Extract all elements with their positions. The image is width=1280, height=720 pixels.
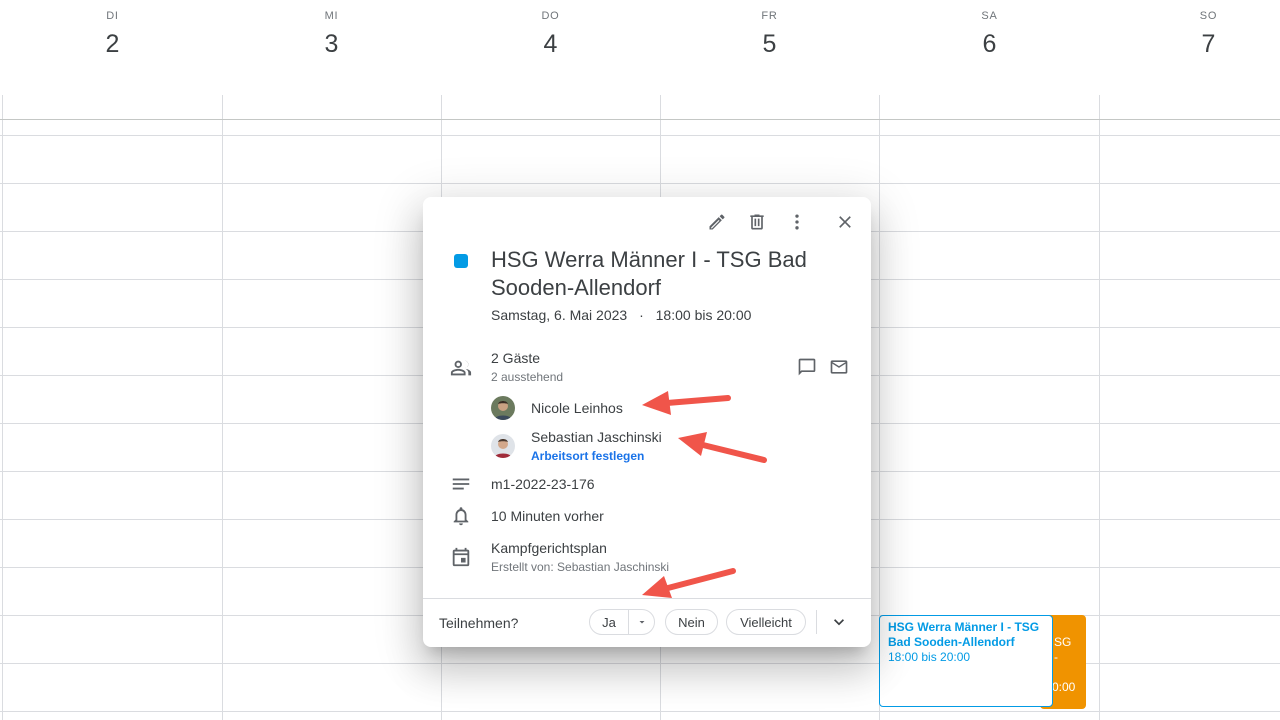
rsvp-no-button[interactable]: Nein (665, 609, 718, 635)
event-time: 18:00 bis 20:00 (888, 650, 971, 664)
bell-icon (450, 505, 472, 527)
more-vert-icon (795, 214, 799, 230)
chat-icon (798, 358, 816, 376)
day-header-thu[interactable]: DO 4 (441, 0, 660, 95)
pencil-icon (709, 214, 725, 230)
grid-hour-line (0, 183, 1280, 184)
day-of-week: DO (541, 10, 560, 22)
event-date: Samstag, 6. Mai 2023 (491, 307, 628, 323)
edit-button[interactable] (702, 207, 732, 237)
day-header-tue[interactable]: DI 2 (3, 0, 222, 95)
avatar[interactable] (491, 434, 515, 458)
event-reminder: 10 Minuten vorher (491, 508, 604, 524)
day-number[interactable]: 7 (1099, 30, 1280, 59)
calendar-event-selected[interactable]: HSG Werra Männer I - TSG Bad Sooden-Alle… (879, 615, 1053, 707)
chevron-down-icon (834, 619, 844, 626)
all-day-divider (0, 119, 1280, 120)
rsvp-label: Teilnehmen? (439, 615, 519, 631)
guest-name: Sebastian Jaschinski (531, 429, 662, 445)
mail-icon (830, 360, 848, 374)
event-details-popup: HSG Werra Männer I - TSG Bad Sooden-Alle… (423, 197, 871, 647)
event-description: m1-2022-23-176 (491, 476, 595, 492)
delete-button[interactable] (742, 207, 772, 237)
day-number[interactable]: 4 (441, 30, 660, 59)
grid-column-line (1099, 95, 1100, 720)
event-title: HSG Werra Männer I - TSG Bad Sooden-Alle… (491, 247, 807, 300)
people-icon (450, 357, 472, 379)
event-time-range: 18:00 bis 20:00 (655, 307, 752, 323)
event-datetime: Samstag, 6. Mai 2023 · 18:00 bis 20:00 (491, 307, 751, 323)
day-of-week: FR (761, 10, 778, 22)
day-number[interactable]: 2 (3, 30, 222, 59)
more-options-button[interactable] (782, 207, 812, 237)
email-guests-button[interactable] (824, 352, 854, 382)
datetime-separator: · (639, 307, 644, 323)
day-of-week: SO (1199, 10, 1218, 22)
event-creator: Erstellt von: Sebastian Jaschinski (491, 560, 670, 574)
description-icon (450, 473, 472, 495)
day-header-sat[interactable]: SA 6 (880, 0, 1099, 95)
day-of-week: SA (981, 10, 998, 22)
day-header-fri[interactable]: FR 5 (660, 0, 879, 95)
grid-hour-line (0, 135, 1280, 136)
event-title-line: Bad Sooden-Allendorf (888, 635, 1015, 649)
set-work-location-link[interactable]: Arbeitsort festlegen (531, 449, 644, 463)
event-text-fragment: SG (1054, 635, 1072, 649)
event-text-fragment: 0:00 (1052, 680, 1076, 694)
guest-status: 2 ausstehend (491, 370, 564, 384)
close-icon (839, 216, 851, 228)
grid-hour-line (0, 711, 1280, 712)
guest-name: Nicole Leinhos (531, 400, 623, 416)
rsvp-yes-split-button[interactable]: Ja (589, 609, 655, 635)
expand-rsvp-button[interactable] (826, 609, 852, 635)
day-of-week: MI (324, 10, 339, 22)
rsvp-yes-button[interactable]: Ja (590, 610, 629, 634)
calendar-name: Kampfgerichtsplan (491, 540, 607, 556)
guest-count: 2 Gäste (491, 350, 541, 366)
calendar-icon (450, 546, 472, 568)
day-header-wed[interactable]: MI 3 (222, 0, 441, 95)
close-button[interactable] (830, 207, 860, 237)
day-header-sun[interactable]: SO 7 (1099, 0, 1280, 95)
day-number[interactable]: 5 (660, 30, 879, 59)
event-title-line: HSG Werra Männer I - TSG (888, 620, 1040, 634)
chat-guests-button[interactable] (792, 352, 822, 382)
footer-divider (423, 598, 871, 599)
day-number[interactable]: 6 (880, 30, 1099, 59)
arrow-drop-down-icon (639, 621, 644, 624)
footer-separator (816, 610, 817, 634)
grid-column-line (2, 95, 3, 720)
event-color-swatch (454, 254, 468, 268)
avatar[interactable] (491, 396, 515, 420)
rsvp-maybe-button[interactable]: Vielleicht (726, 609, 806, 635)
rsvp-yes-dropdown[interactable] (629, 610, 654, 634)
trash-icon (750, 214, 764, 230)
grid-hour-line (0, 663, 1280, 664)
event-text-fragment: - (1054, 650, 1058, 664)
grid-column-line (222, 95, 223, 720)
day-of-week: DI (106, 10, 119, 22)
day-number[interactable]: 3 (222, 30, 441, 59)
